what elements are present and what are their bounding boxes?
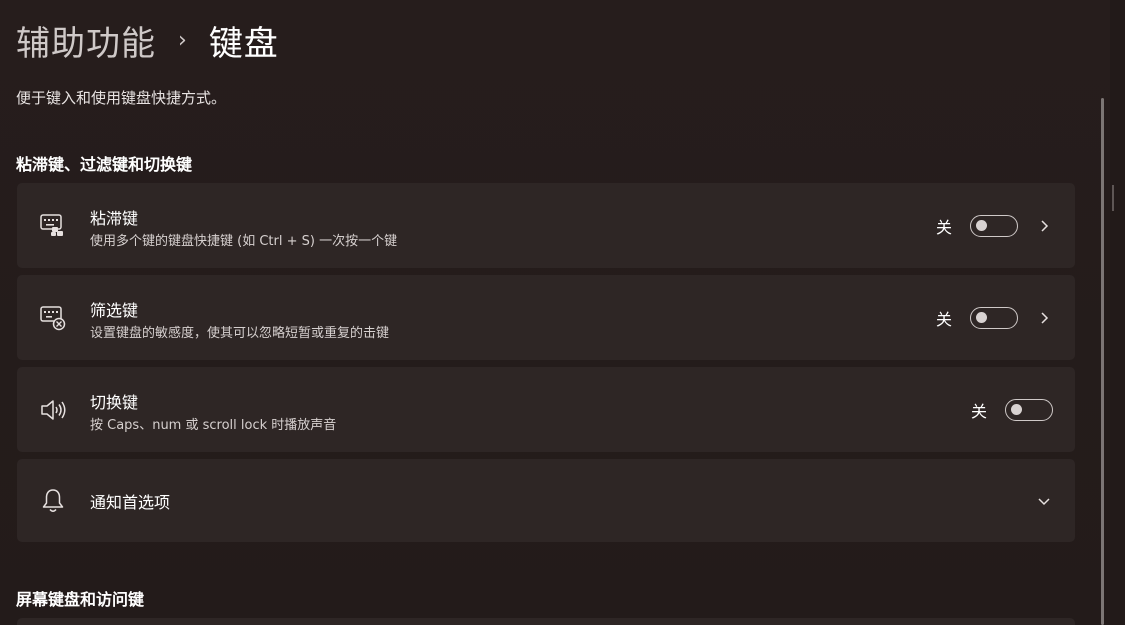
next-card-partial [17,618,1075,625]
settings-page: 辅助功能 › 键盘 便于键入和使用键盘快捷方式。 粘滞键、过滤键和切换键 粘滞键… [0,0,1125,625]
section-title-sticky-filter-toggle: 粘滞键、过滤键和切换键 [16,155,193,174]
notification-prefs-title: 通知首选项 [90,492,171,512]
keyboard-sticky-icon [39,212,67,240]
toggle-keys-card: 切换键 按 Caps、num 或 scroll lock 时播放声音 关 [17,367,1075,452]
outer-scrollbar-mark [1112,185,1114,211]
filter-keys-subtitle: 设置键盘的敏感度，使其可以忽略短暂或重复的击键 [90,326,390,341]
toggle-knob [976,311,987,323]
toggle-keys-toggle-label: 关 [971,401,988,421]
bell-icon [39,487,67,515]
chevron-right-icon[interactable] [1037,219,1051,233]
scrollbar-thumb[interactable] [1101,98,1104,625]
page-description: 便于键入和使用键盘快捷方式。 [16,89,227,107]
page-title: 键盘 [208,23,279,64]
filter-keys-toggle-label: 关 [936,309,953,329]
filter-keys-card[interactable]: 筛选键 设置键盘的敏感度，使其可以忽略短暂或重复的击键 关 [17,275,1075,360]
toggle-knob [1011,403,1022,415]
notification-prefs-card[interactable]: 通知首选项 [17,459,1075,542]
toggle-keys-title: 切换键 [90,393,139,412]
breadcrumb-separator: › [178,27,187,53]
breadcrumb: 辅助功能 › 键盘 [16,14,279,66]
filter-keys-toggle[interactable] [970,306,1018,329]
filter-keys-title: 筛选键 [90,301,139,320]
outer-scrollbar[interactable] [1110,0,1125,625]
toggle-keys-toggle[interactable] [1005,398,1053,421]
sticky-keys-toggle-label: 关 [936,217,953,237]
keyboard-filter-icon [39,304,67,332]
breadcrumb-accessibility[interactable]: 辅助功能 [16,16,156,65]
toggle-keys-subtitle: 按 Caps、num 或 scroll lock 时播放声音 [90,418,337,433]
sticky-keys-subtitle: 使用多个键的键盘快捷键 (如 Ctrl + S) 一次按一个键 [90,234,398,249]
sticky-keys-card[interactable]: 粘滞键 使用多个键的键盘快捷键 (如 Ctrl + S) 一次按一个键 关 [17,183,1075,268]
chevron-right-icon[interactable] [1037,311,1051,325]
chevron-down-icon[interactable] [1037,494,1051,508]
section-title-onscreen-access: 屏幕键盘和访问键 [16,590,145,609]
sticky-keys-toggle[interactable] [970,214,1018,237]
speaker-icon [39,396,67,424]
sticky-keys-title: 粘滞键 [90,209,139,228]
toggle-knob [976,219,987,231]
